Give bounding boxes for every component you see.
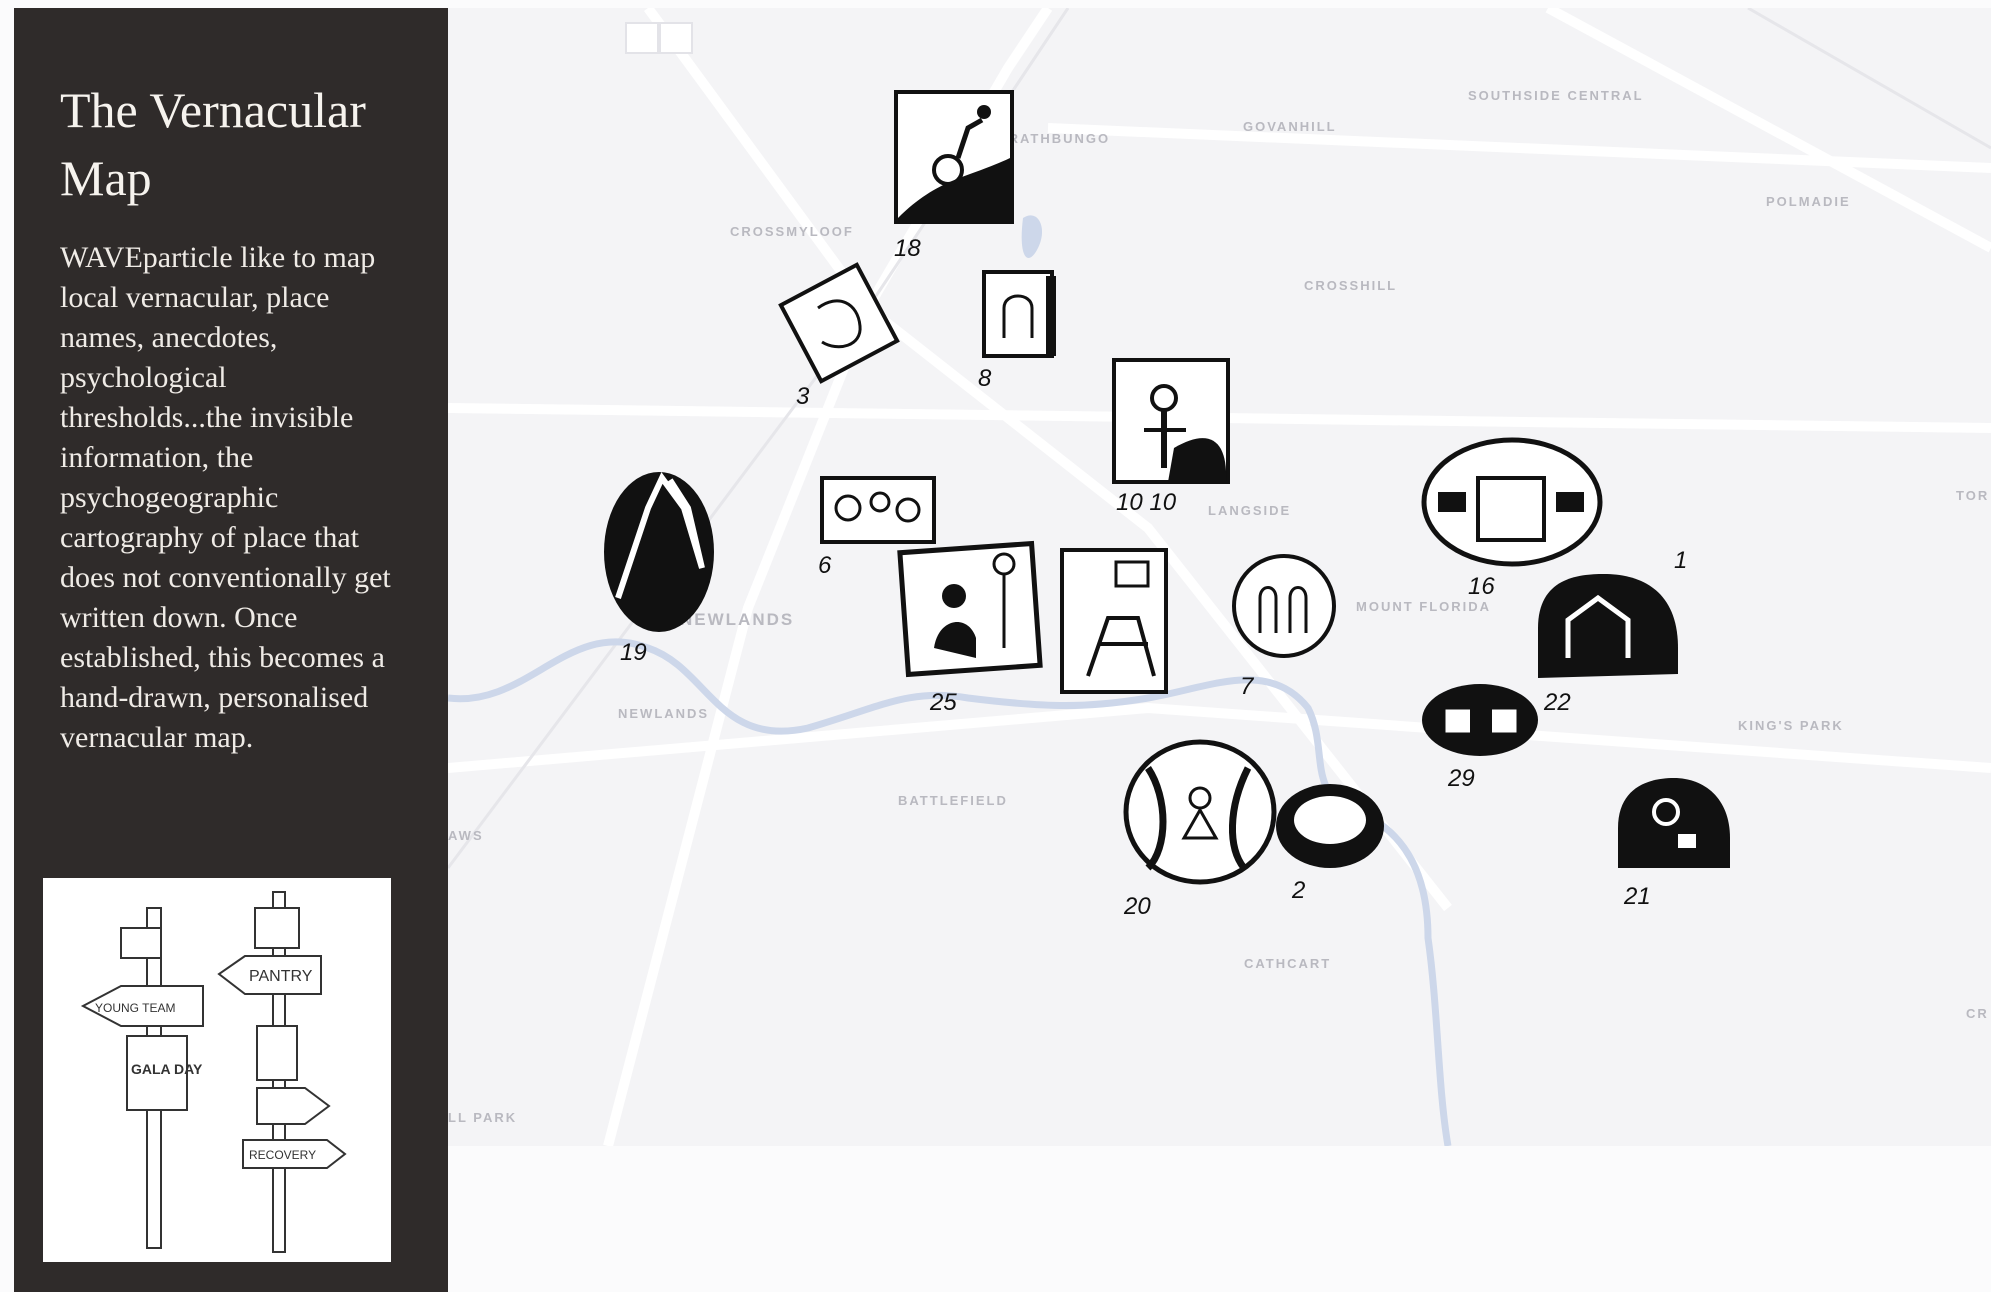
marker-1[interactable]: 1 22 — [1538, 547, 1687, 716]
map-view[interactable]: SOUTHSIDE CENTRAL STRATHBUNGO GOVANHILL … — [448, 8, 1991, 1146]
place-label: TOR — [1956, 488, 1989, 503]
marker-label: 10 10 — [1116, 489, 1177, 516]
description-text: WAVEparticle like to map local vernacula… — [60, 241, 391, 754]
zoom-in-button[interactable] — [625, 22, 659, 54]
place-label: KING'S PARK — [1738, 718, 1844, 733]
loch — [1021, 215, 1043, 258]
place-label: AWS — [448, 828, 484, 843]
marker-label: 6 — [818, 552, 832, 579]
marker-20[interactable]: 20 — [1123, 739, 1277, 920]
marker-label: 29 — [1447, 765, 1475, 792]
marker-label: 7 — [1240, 673, 1255, 700]
marker-label: 19 — [620, 639, 647, 666]
signpost-drawing: YOUNG TEAM GALA DAY PANTRY RECOVERY — [80, 891, 347, 1253]
marker-label: 16 — [1468, 573, 1495, 600]
marker-label: 25 — [929, 689, 957, 716]
marker-label: 20 — [1123, 893, 1151, 920]
marker-label: 22 — [1543, 689, 1571, 716]
marker-label: 18 — [894, 235, 921, 262]
place-label: CROSSHILL — [1304, 278, 1397, 293]
sign-gala-day: GALA DAY — [131, 1061, 203, 1077]
marker-18[interactable]: 18 — [894, 90, 1014, 262]
marker-2[interactable]: 2 — [1276, 784, 1384, 904]
sign-pantry: PANTRY — [249, 968, 313, 985]
zoom-out-button[interactable] — [659, 22, 693, 54]
place-label: LL PARK — [448, 1110, 517, 1125]
marker-16[interactable]: 16 — [1421, 437, 1603, 600]
marker-label: 2 — [1291, 877, 1305, 904]
place-label: CROSSMYLOOF — [730, 224, 854, 239]
reading-people-icon — [942, 584, 966, 608]
marker-7[interactable]: 7 — [1232, 554, 1336, 700]
marker-label: 8 — [978, 365, 992, 392]
place-label: POLMADIE — [1766, 194, 1851, 209]
marker-25[interactable]: 25 — [897, 540, 1043, 716]
place-label: BATTLEFIELD — [898, 793, 1008, 808]
place-label: CATHCART — [1244, 956, 1331, 971]
place-label: LANGSIDE — [1208, 503, 1291, 518]
place-label: NEWLANDS — [680, 610, 794, 629]
sign-recovery: RECOVERY — [249, 1148, 316, 1162]
basin-icon — [1294, 796, 1366, 844]
marker-29[interactable]: 29 — [1422, 684, 1538, 792]
marker-label: 3 — [796, 383, 810, 410]
marker-10[interactable]: 10 10 — [1112, 358, 1230, 516]
marker-label: 21 — [1623, 883, 1651, 910]
signpost-illustration: YOUNG TEAM GALA DAY PANTRY RECOVERY — [43, 878, 391, 1262]
marker-label: 1 — [1674, 547, 1687, 574]
marker-21[interactable]: 21 — [1618, 778, 1730, 910]
marker-easel[interactable] — [1060, 548, 1168, 694]
page-title: The Vernacular Map — [60, 82, 366, 206]
place-label: SOUTHSIDE CENTRAL — [1468, 88, 1644, 103]
marker-8[interactable]: 8 — [978, 270, 1056, 392]
place-label: GOVANHILL — [1243, 119, 1337, 134]
place-label: CR — [1966, 1006, 1989, 1021]
sign-young-team: YOUNG TEAM — [95, 1001, 175, 1015]
map-canvas[interactable]: SOUTHSIDE CENTRAL STRATHBUNGO GOVANHILL … — [448, 8, 1991, 1146]
place-label: NEWLANDS — [618, 706, 709, 721]
place-label: MOUNT FLORIDA — [1356, 599, 1491, 614]
